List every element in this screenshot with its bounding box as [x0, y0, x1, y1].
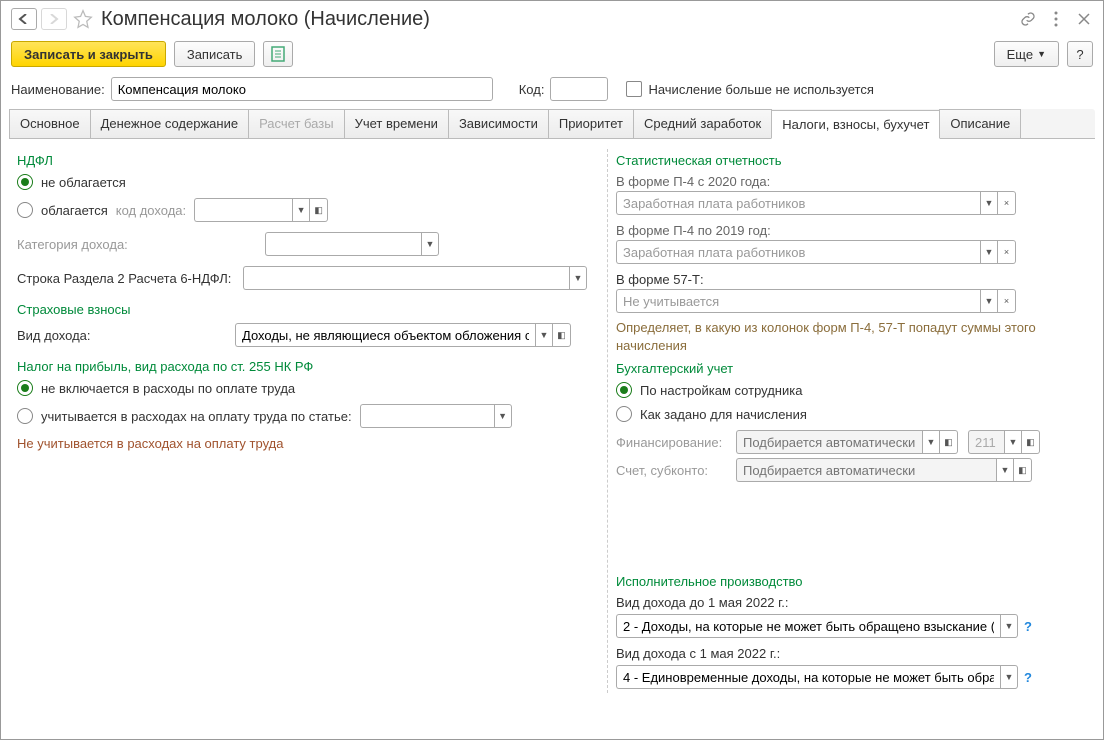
- save-button[interactable]: Записать: [174, 41, 256, 67]
- not-included-label: не включается в расходы по оплате труда: [41, 381, 295, 396]
- p4-2020-label: В форме П-4 с 2020 года:: [616, 174, 1087, 189]
- ndfl-taxed-radio[interactable]: [17, 202, 33, 218]
- included-input[interactable]: [360, 404, 494, 428]
- not-used-label: Начисление больше не используется: [648, 82, 873, 97]
- financing-open-icon[interactable]: ◧: [940, 430, 958, 454]
- tab-base[interactable]: Расчет базы: [248, 109, 345, 138]
- income-type-input[interactable]: [235, 323, 535, 347]
- f57t-dropdown-icon[interactable]: ▼: [980, 289, 998, 313]
- account-dropdown-icon[interactable]: ▼: [996, 458, 1014, 482]
- ndfl-taxed-label: облагается: [41, 203, 108, 218]
- p4-2020-input[interactable]: [616, 191, 980, 215]
- page-title: Компенсация молоко (Начисление): [101, 8, 430, 31]
- tab-avg[interactable]: Средний заработок: [633, 109, 772, 138]
- income-after-hint-icon[interactable]: ?: [1024, 670, 1032, 685]
- income-after-input[interactable]: [616, 665, 1000, 689]
- favorite-star-icon[interactable]: [71, 7, 95, 31]
- financing-code-dropdown-icon[interactable]: ▼: [1004, 430, 1022, 454]
- link-icon[interactable]: [1019, 10, 1037, 28]
- kebab-menu-icon[interactable]: [1047, 10, 1065, 28]
- profit-tax-title: Налог на прибыль, вид расхода по ст. 255…: [17, 359, 599, 374]
- financing-code-open-icon[interactable]: ◧: [1022, 430, 1040, 454]
- financing-code-input: [968, 430, 1004, 454]
- financing-label: Финансирование:: [616, 435, 730, 450]
- account-label: Счет, субконто:: [616, 463, 730, 478]
- tab-money[interactable]: Денежное содержание: [90, 109, 249, 138]
- included-dropdown-icon[interactable]: ▼: [494, 404, 512, 428]
- p4-2020-clear-icon[interactable]: ×: [998, 191, 1016, 215]
- income-before-label: Вид дохода до 1 мая 2022 г.:: [616, 595, 1087, 610]
- f57t-label: В форме 57-Т:: [616, 272, 1087, 287]
- ndfl-not-taxed-label: не облагается: [41, 175, 126, 190]
- income-category-label: Категория дохода:: [17, 237, 259, 252]
- tab-desc[interactable]: Описание: [939, 109, 1021, 138]
- not-included-radio[interactable]: [17, 380, 33, 396]
- p4-2019-clear-icon[interactable]: ×: [998, 240, 1016, 264]
- p4-2020-dropdown-icon[interactable]: ▼: [980, 191, 998, 215]
- exec-title: Исполнительное производство: [616, 574, 1087, 589]
- code-input[interactable]: [550, 77, 608, 101]
- name-input[interactable]: [111, 77, 493, 101]
- code-label: Код:: [519, 82, 545, 97]
- ndfl-title: НДФЛ: [17, 153, 599, 168]
- income-before-hint-icon[interactable]: ?: [1024, 619, 1032, 634]
- f57t-clear-icon[interactable]: ×: [998, 289, 1016, 313]
- tab-time[interactable]: Учет времени: [344, 109, 449, 138]
- insurance-title: Страховые взносы: [17, 302, 599, 317]
- more-button[interactable]: Еще ▼: [994, 41, 1059, 67]
- tab-deps[interactable]: Зависимости: [448, 109, 549, 138]
- tab-taxes[interactable]: Налоги, взносы, бухучет: [771, 110, 940, 139]
- line6ndfl-dropdown-icon[interactable]: ▼: [569, 266, 587, 290]
- accounting-title: Бухгалтерский учет: [616, 361, 1087, 376]
- acc-accrual-radio[interactable]: [616, 406, 632, 422]
- income-code-label: код дохода:: [116, 203, 186, 218]
- acc-employee-radio[interactable]: [616, 382, 632, 398]
- more-label: Еще: [1007, 47, 1033, 62]
- report-button[interactable]: [263, 41, 293, 67]
- income-category-dropdown-icon[interactable]: ▼: [421, 232, 439, 256]
- acc-employee-label: По настройкам сотрудника: [640, 383, 802, 398]
- name-label: Наименование:: [11, 82, 105, 97]
- help-button[interactable]: ?: [1067, 41, 1093, 67]
- line6ndfl-input[interactable]: [243, 266, 569, 290]
- acc-accrual-label: Как задано для начисления: [640, 407, 807, 422]
- income-type-open-icon[interactable]: ◧: [553, 323, 571, 347]
- save-and-close-button[interactable]: Записать и закрыть: [11, 41, 166, 67]
- income-after-label: Вид дохода с 1 мая 2022 г.:: [616, 646, 1087, 661]
- income-type-dropdown-icon[interactable]: ▼: [535, 323, 553, 347]
- p4-2019-input[interactable]: [616, 240, 980, 264]
- income-code-input[interactable]: [194, 198, 292, 222]
- financing-input: [736, 430, 922, 454]
- income-after-dropdown-icon[interactable]: ▼: [1000, 665, 1018, 689]
- tab-bar: Основное Денежное содержание Расчет базы…: [9, 109, 1095, 139]
- p4-2019-dropdown-icon[interactable]: ▼: [980, 240, 998, 264]
- close-icon[interactable]: [1075, 10, 1093, 28]
- nav-back-button[interactable]: [11, 8, 37, 30]
- income-category-input[interactable]: [265, 232, 421, 256]
- account-open-icon[interactable]: ◧: [1014, 458, 1032, 482]
- p4-2019-label: В форме П-4 по 2019 год:: [616, 223, 1087, 238]
- tab-main[interactable]: Основное: [9, 109, 91, 138]
- stat-title: Статистическая отчетность: [616, 153, 1087, 168]
- income-before-dropdown-icon[interactable]: ▼: [1000, 614, 1018, 638]
- income-code-dropdown-icon[interactable]: ▼: [292, 198, 310, 222]
- included-label: учитывается в расходах на оплату труда п…: [41, 409, 352, 424]
- income-code-open-icon[interactable]: ◧: [310, 198, 328, 222]
- tab-priority[interactable]: Приоритет: [548, 109, 634, 138]
- line6ndfl-label: Строка Раздела 2 Расчета 6-НДФЛ:: [17, 271, 237, 286]
- included-radio[interactable]: [17, 408, 33, 424]
- stat-note: Определяет, в какую из колонок форм П-4,…: [616, 319, 1087, 355]
- ndfl-not-taxed-radio[interactable]: [17, 174, 33, 190]
- not-used-checkbox[interactable]: [626, 81, 642, 97]
- not-counted-note: Не учитывается в расходах на оплату труд…: [17, 436, 599, 451]
- nav-forward-button[interactable]: [41, 8, 67, 30]
- income-type-label: Вид дохода:: [17, 328, 229, 343]
- account-input: [736, 458, 996, 482]
- income-before-input[interactable]: [616, 614, 1000, 638]
- f57t-input[interactable]: [616, 289, 980, 313]
- chevron-down-icon: ▼: [1037, 49, 1046, 59]
- financing-dropdown-icon[interactable]: ▼: [922, 430, 940, 454]
